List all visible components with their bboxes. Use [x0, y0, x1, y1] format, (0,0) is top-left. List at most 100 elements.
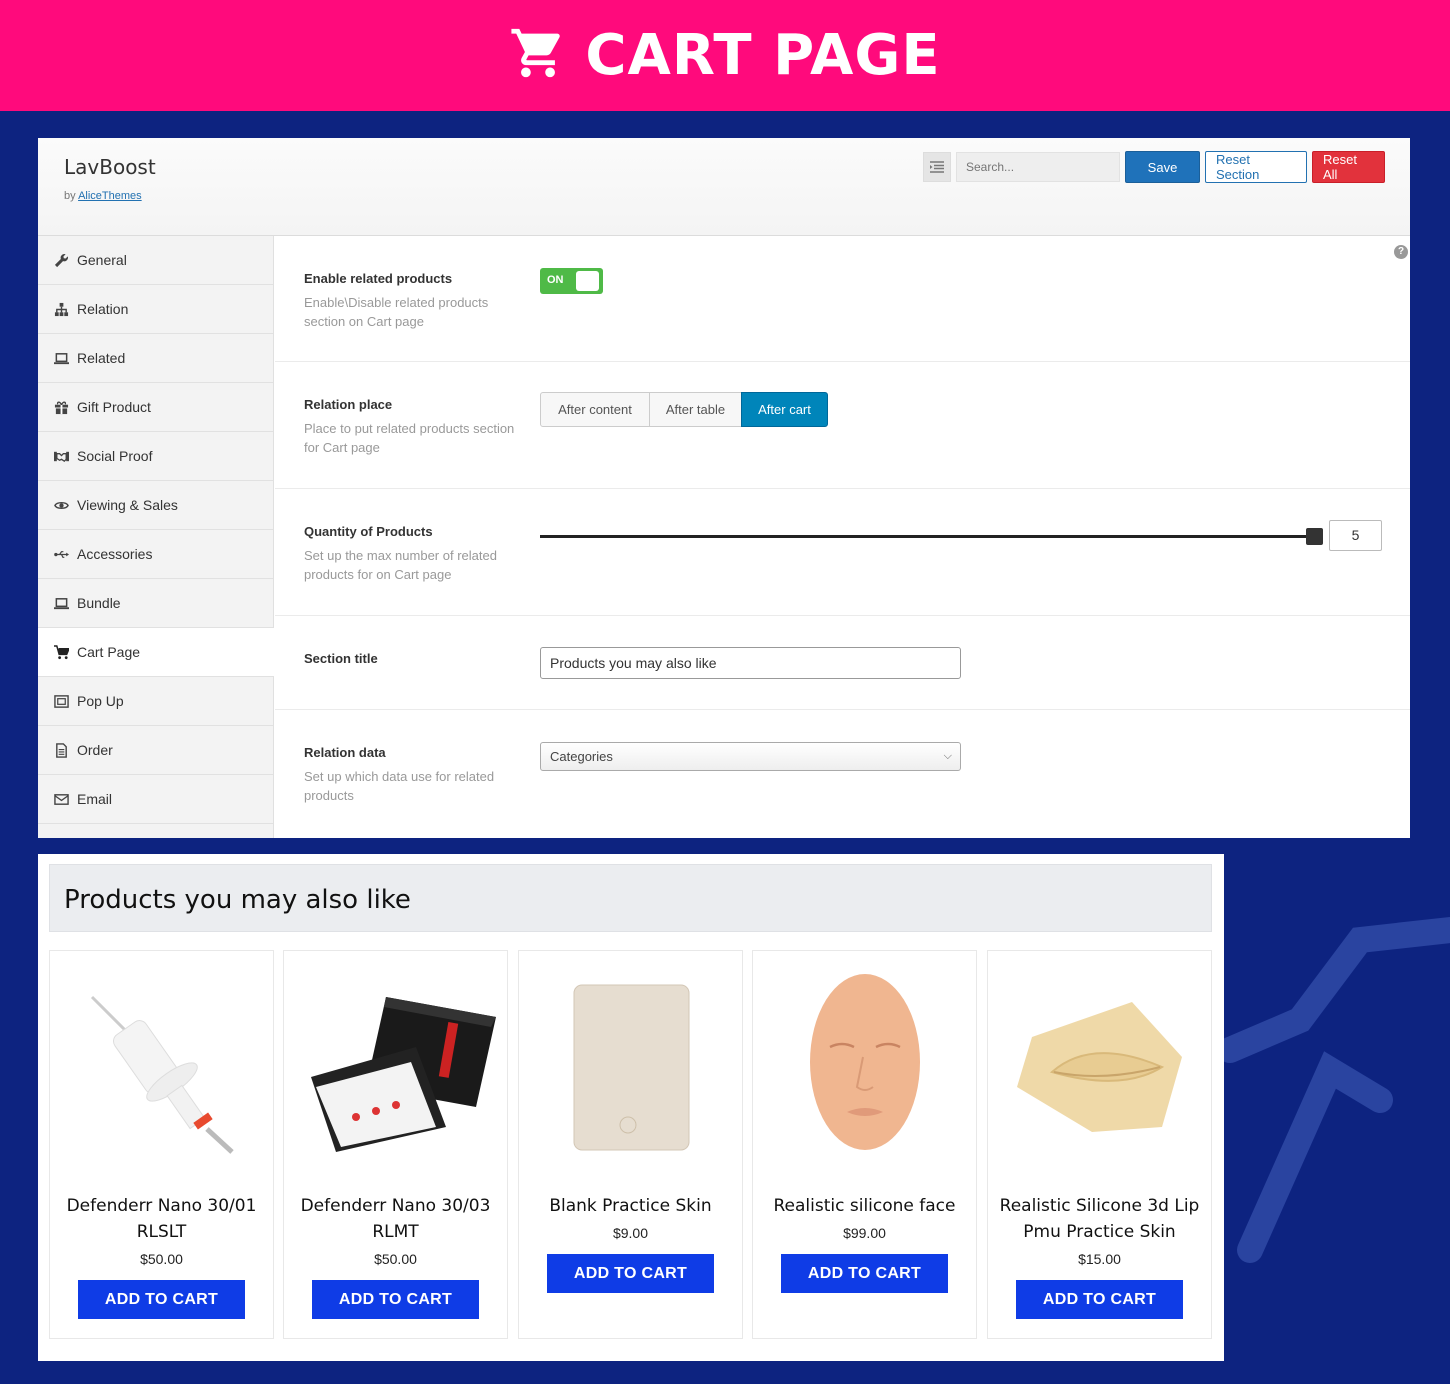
product-name[interactable]: Realistic Silicone 3d Lip Pmu Practice S… [996, 1193, 1203, 1245]
popup-icon [53, 693, 70, 709]
section-title-input[interactable]: Products you may also like [540, 647, 961, 679]
sidebar-item-label: Social Proof [77, 448, 153, 464]
setting-relation-data: Relation data Set up which data use for … [275, 710, 1410, 838]
setting-description: Place to put related products section fo… [304, 421, 515, 455]
sidebar-item-label: General [77, 252, 127, 268]
chevron-down-icon: ⌵ [943, 750, 952, 762]
setting-title: Relation data [304, 745, 386, 760]
sidebar-item-label: Cart Page [77, 644, 141, 660]
laptop-icon [53, 595, 70, 611]
product-price: $99.00 [843, 1225, 886, 1241]
toggle-knob [576, 271, 599, 291]
toggle-label: ON [547, 274, 564, 286]
laptop-icon [53, 350, 70, 366]
option-after-cart[interactable]: After cart [741, 392, 828, 427]
settings-panel: LavBoost by AliceThemes Save Reset Secti… [38, 138, 1410, 838]
product-price: $15.00 [1078, 1251, 1121, 1267]
eye-icon [53, 497, 70, 513]
product-name[interactable]: Blank Practice Skin [527, 1193, 734, 1219]
expand-options-icon[interactable] [923, 152, 951, 182]
brand-name: LavBoost [64, 155, 156, 179]
product-name[interactable]: Defenderr Nano 30/03 RLMT [292, 1193, 499, 1245]
sidebar-item-bundle[interactable]: Bundle [38, 579, 273, 628]
setting-quantity: Quantity of Products Set up the max numb… [275, 489, 1410, 616]
product-price: $9.00 [612, 1225, 649, 1241]
quantity-slider-handle[interactable] [1306, 528, 1323, 545]
add-to-cart-button[interactable]: ADD TO CART [781, 1254, 948, 1293]
sidebar-item-label: Accessories [77, 546, 153, 562]
sidebar-item-general[interactable]: General [38, 236, 273, 285]
brand-byline: by AliceThemes [64, 190, 142, 202]
add-to-cart-button[interactable]: ADD TO CART [78, 1280, 245, 1319]
settings-sidebar: General Relation Related Gift Product So… [38, 236, 274, 838]
save-button[interactable]: Save [1125, 151, 1200, 183]
product-name[interactable]: Realistic silicone face [761, 1193, 968, 1219]
wrench-icon [53, 252, 70, 268]
setting-section-title: Section title Products you may also like [275, 616, 1410, 710]
practice-skin-image[interactable] [519, 963, 742, 1171]
search-input[interactable] [956, 152, 1120, 182]
usb-icon [53, 546, 70, 562]
sidebar-item-label: Bundle [77, 595, 121, 611]
sidebar-item-relation[interactable]: Relation [38, 285, 273, 334]
product-price: $50.00 [140, 1251, 183, 1267]
silicone-face-image[interactable] [753, 963, 976, 1171]
add-to-cart-button[interactable]: ADD TO CART [547, 1254, 714, 1293]
alicethemes-link[interactable]: AliceThemes [78, 190, 142, 202]
cartridge-box-image[interactable] [284, 963, 507, 1171]
cart-icon [509, 24, 567, 87]
setting-title: Section title [304, 651, 378, 666]
settings-content: ? Enable related products Enable\Disable… [275, 236, 1410, 838]
option-after-table[interactable]: After table [649, 392, 742, 427]
sidebar-item-label: Order [77, 742, 113, 758]
sidebar-item-accessories[interactable]: Accessories [38, 530, 273, 579]
product-card: Blank Practice Skin $9.00 ADD TO CART [518, 950, 743, 1339]
sidebar-item-social-proof[interactable]: Social Proof [38, 432, 273, 481]
storefront-preview: Products you may also like Defenderr Nan… [38, 854, 1224, 1361]
quantity-slider-track[interactable] [540, 535, 1316, 538]
sidebar-item-related[interactable]: Related [38, 334, 273, 383]
setting-description: Set up the max number of related product… [304, 548, 497, 582]
toolbar: Save Reset Section Reset All [923, 151, 1385, 183]
handshake-icon [53, 448, 70, 464]
sidebar-item-gift-product[interactable]: Gift Product [38, 383, 273, 432]
sidebar-item-label: Relation [77, 301, 129, 317]
setting-title: Enable related products [304, 271, 453, 286]
panel-body: General Relation Related Gift Product So… [38, 236, 1410, 838]
select-value: Categories [550, 749, 613, 764]
add-to-cart-button[interactable]: ADD TO CART [312, 1280, 479, 1319]
related-section-title: Products you may also like [64, 885, 411, 915]
quantity-value-input[interactable]: 5 [1329, 520, 1382, 551]
sidebar-item-label: Email [77, 791, 113, 807]
setting-description: Enable\Disable related products section … [304, 295, 489, 329]
setting-relation-place: Relation place Place to put related prod… [275, 362, 1410, 489]
reset-section-button[interactable]: Reset Section [1205, 151, 1307, 183]
relation-data-select[interactable]: Categories ⌵ [540, 742, 961, 771]
product-price: $50.00 [374, 1251, 417, 1267]
sidebar-item-label: Gift Product [77, 399, 151, 415]
related-title-bar: Products you may also like [49, 864, 1212, 932]
setting-enable-related: Enable related products Enable\Disable r… [275, 236, 1410, 362]
product-card: Realistic Silicone 3d Lip Pmu Practice S… [987, 950, 1212, 1339]
sidebar-item-pop-up[interactable]: Pop Up [38, 677, 273, 726]
needle-cartridge-image[interactable] [50, 963, 273, 1171]
add-to-cart-button[interactable]: ADD TO CART [1016, 1280, 1183, 1319]
sidebar-item-label: Viewing & Sales [77, 497, 178, 513]
sidebar-item-label: Related [77, 350, 126, 366]
enable-toggle[interactable]: ON [540, 268, 603, 294]
product-name[interactable]: Defenderr Nano 30/01 RLSLT [58, 1193, 265, 1245]
sitemap-icon [53, 301, 70, 317]
cart-icon [53, 644, 70, 660]
product-card: Defenderr Nano 30/03 RLMT $50.00 ADD TO … [283, 950, 508, 1339]
reset-all-button[interactable]: Reset All [1312, 151, 1385, 183]
sidebar-item-order[interactable]: Order [38, 726, 273, 775]
silicone-lip-image[interactable] [988, 963, 1211, 1171]
setting-description: Set up which data use for related produc… [304, 769, 495, 803]
product-card: Defenderr Nano 30/01 RLSLT $50.00 ADD TO… [49, 950, 274, 1339]
envelope-icon [53, 791, 70, 807]
option-after-content[interactable]: After content [540, 392, 650, 427]
sidebar-item-email[interactable]: Email [38, 775, 273, 824]
sidebar-item-viewing-sales[interactable]: Viewing & Sales [38, 481, 273, 530]
sidebar-item-cart-page[interactable]: Cart Page [38, 628, 274, 677]
decorative-swoosh [1220, 917, 1450, 1263]
